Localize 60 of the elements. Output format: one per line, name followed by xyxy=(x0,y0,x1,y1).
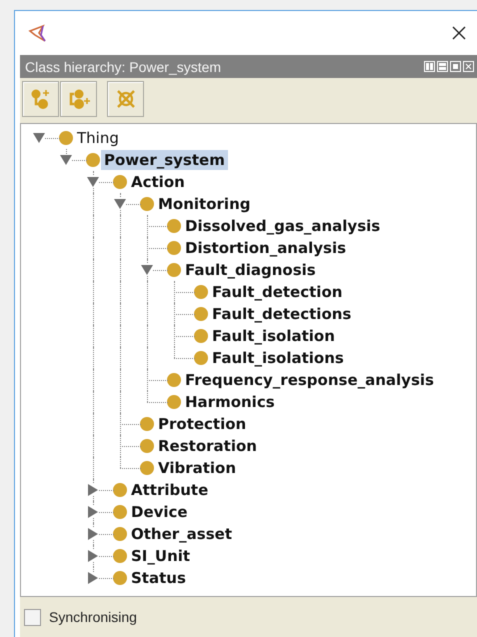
class-icon xyxy=(113,527,127,541)
expanded-arrow-icon[interactable] xyxy=(60,154,72,166)
class-icon xyxy=(113,483,127,497)
close-view-icon[interactable] xyxy=(463,61,474,72)
class-icon xyxy=(113,571,127,585)
view-title: Class hierarchy: Power_system xyxy=(25,58,222,74)
tree-item[interactable]: Action xyxy=(128,172,188,192)
checkbox[interactable] xyxy=(24,608,41,626)
split-horizontal-icon[interactable] xyxy=(437,61,448,72)
class-icon xyxy=(113,549,127,563)
tree-item[interactable]: Fault_detection xyxy=(209,282,346,302)
tree-item[interactable]: Protection xyxy=(155,414,250,434)
tree-item[interactable]: Monitoring xyxy=(155,194,254,214)
class-icon xyxy=(86,153,100,167)
tree-item[interactable]: Dissolved_gas_analysis xyxy=(182,216,384,236)
class-icon xyxy=(167,395,181,409)
tree-item[interactable]: Other_asset xyxy=(128,524,235,544)
expanded-arrow-icon[interactable] xyxy=(141,264,153,276)
tree-item[interactable]: Restoration xyxy=(155,436,260,456)
tree-item[interactable]: SI_Unit xyxy=(128,546,194,566)
class-icon xyxy=(167,219,181,233)
close-icon[interactable] xyxy=(451,25,467,41)
class-icon xyxy=(140,439,154,453)
tree-item[interactable]: Device xyxy=(128,502,191,522)
tree-item[interactable]: Fault_diagnosis xyxy=(182,260,319,280)
tree-item[interactable]: Fault_detections xyxy=(209,304,354,324)
class-icon xyxy=(167,241,181,255)
split-vertical-icon[interactable] xyxy=(424,61,435,72)
class-icon xyxy=(113,175,127,189)
collapsed-arrow-icon[interactable] xyxy=(87,550,99,562)
class-icon xyxy=(140,197,154,211)
class-icon xyxy=(140,461,154,475)
tree-item[interactable]: Thing xyxy=(74,128,122,148)
collapsed-arrow-icon[interactable] xyxy=(87,506,99,518)
class-icon xyxy=(140,417,154,431)
expanded-arrow-icon[interactable] xyxy=(114,198,126,210)
class-icon xyxy=(167,373,181,387)
tree-item[interactable]: Power_system xyxy=(101,150,228,170)
class-icon xyxy=(194,285,208,299)
tree-item[interactable]: Fault_isolation xyxy=(209,326,338,346)
collapsed-arrow-icon[interactable] xyxy=(87,528,99,540)
tree-item[interactable]: Fault_isolations xyxy=(209,348,347,368)
class-icon xyxy=(113,505,127,519)
tree-item[interactable]: Distortion_analysis xyxy=(182,238,350,258)
checkbox-label: Synchronising xyxy=(49,609,137,625)
maximize-icon[interactable] xyxy=(450,61,461,72)
class-icon xyxy=(194,351,208,365)
tree-item[interactable]: Attribute xyxy=(128,480,212,500)
tree-item[interactable]: Harmonics xyxy=(182,392,278,412)
class-icon xyxy=(167,263,181,277)
class-icon xyxy=(194,329,208,343)
tree-item[interactable]: Frequency_response_analysis xyxy=(182,370,437,390)
tree-item[interactable]: Status xyxy=(128,568,189,588)
class-icon xyxy=(59,131,73,145)
expanded-arrow-icon[interactable] xyxy=(87,176,99,188)
expanded-arrow-icon[interactable] xyxy=(33,132,45,144)
collapsed-arrow-icon[interactable] xyxy=(87,572,99,584)
collapsed-arrow-icon[interactable] xyxy=(87,484,99,496)
class-icon xyxy=(194,307,208,321)
tree-item[interactable]: Vibration xyxy=(155,458,240,478)
